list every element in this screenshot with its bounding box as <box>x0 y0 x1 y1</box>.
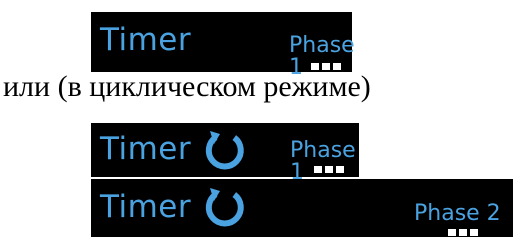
timer-panel-1: Timer Phase 1 <box>91 12 355 79</box>
caption-text: или (в циклическом режиме) <box>3 70 371 103</box>
phase-label: Phase 1 <box>290 138 356 185</box>
timer-title: Timer <box>100 22 192 58</box>
timer-panel-3: Timer Phase 2 <box>91 179 513 237</box>
phase-indicator-dots <box>314 166 344 173</box>
timer-panel-2: Timer Phase 1 <box>91 123 359 184</box>
cycle-icon <box>205 188 244 227</box>
timer-title: Timer <box>100 189 192 225</box>
phase-indicator-dots <box>448 229 478 236</box>
phase-label: Phase 2 <box>414 201 501 226</box>
phase-indicator-dots <box>311 63 341 70</box>
timer-title: Timer <box>100 131 192 167</box>
cycle-icon <box>205 131 244 170</box>
